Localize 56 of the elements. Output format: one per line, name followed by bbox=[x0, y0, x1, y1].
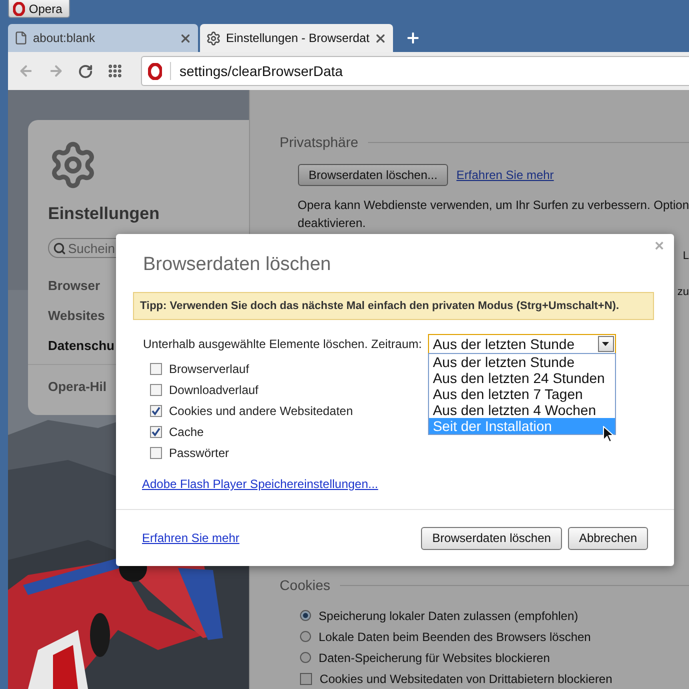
flash-settings-link[interactable]: Adobe Flash Player Speichereinstellungen... bbox=[133, 477, 378, 491]
learn-more-link[interactable]: Erfahren Sie mehr bbox=[456, 168, 554, 182]
close-icon[interactable] bbox=[179, 32, 192, 44]
tip-banner: Tipp: Verwenden Sie doch das nächste Mal einfach den privaten Modus (Strg+Umschalt+N). bbox=[133, 292, 654, 320]
checkbox-label: Downloadverlauf bbox=[169, 382, 258, 396]
option-label: Lokale Daten beim Beenden des Browsers löschen bbox=[318, 630, 591, 644]
description-text: zu bbox=[677, 286, 689, 298]
checkbox[interactable] bbox=[150, 362, 162, 374]
checkbox[interactable] bbox=[150, 384, 162, 396]
checkbox[interactable] bbox=[300, 672, 312, 684]
opera-menu-button[interactable]: Opera bbox=[8, 0, 70, 18]
radio-button[interactable] bbox=[300, 652, 311, 663]
browser-tab[interactable]: about:blank bbox=[8, 24, 198, 52]
section-heading: Privatsphäre bbox=[280, 134, 358, 150]
new-tab-icon[interactable] bbox=[405, 30, 422, 46]
speed-dial-icon[interactable] bbox=[107, 63, 123, 79]
description-text: Opera kann Webdienste verwenden, um Ihr Surfen zu verbessern. Option bbox=[298, 198, 689, 212]
page-icon bbox=[14, 31, 28, 45]
gear-icon bbox=[206, 30, 221, 46]
address-field[interactable]: settings/clearBrowserData bbox=[141, 56, 689, 86]
dialog-button[interactable]: Abbrechen bbox=[568, 526, 648, 550]
tab-title: about:blank bbox=[33, 31, 96, 45]
browser-tab[interactable]: Einstellungen - Browserdat bbox=[200, 24, 394, 52]
checkbox[interactable] bbox=[150, 426, 162, 438]
description-text: L bbox=[682, 250, 689, 262]
close-icon[interactable] bbox=[374, 32, 388, 44]
checkbox-label: Cookies und andere Websitedaten bbox=[169, 404, 353, 418]
sidebar-item[interactable]: Datenschu bbox=[48, 330, 114, 360]
option-label: Cookies und Websitedaten von Drittabietern blockieren bbox=[320, 672, 612, 686]
reload-icon[interactable] bbox=[78, 64, 93, 78]
checkbox[interactable] bbox=[150, 404, 162, 416]
checkbox-label: Cache bbox=[169, 424, 204, 438]
checkbox[interactable] bbox=[150, 446, 162, 458]
sidebar-item[interactable]: Opera-Hil bbox=[48, 371, 107, 401]
opera-logo-icon bbox=[13, 2, 25, 16]
sidebar-title: Einstellungen bbox=[48, 204, 160, 224]
learn-more-link[interactable]: Erfahren Sie mehr bbox=[142, 531, 240, 545]
radio-button[interactable] bbox=[300, 631, 311, 642]
clear-data-button[interactable]: Browserdaten löschen... bbox=[298, 164, 448, 186]
description-text: deaktivieren. bbox=[298, 216, 366, 230]
sidebar-item[interactable]: Browser bbox=[48, 270, 100, 300]
option-label: Speicherung lokaler Daten zulassen (empfohlen) bbox=[318, 608, 578, 622]
sidebar-item[interactable]: Websites bbox=[48, 300, 105, 330]
caret-icon bbox=[602, 342, 610, 346]
checkbox-label: Passwörter bbox=[169, 446, 230, 460]
search-icon bbox=[53, 242, 66, 254]
radio-button[interactable] bbox=[300, 610, 311, 621]
period-label: Unterhalb ausgewählte Elemente löschen. Zeitraum: bbox=[143, 337, 422, 351]
dialog-button[interactable]: Browserdaten löschen bbox=[421, 526, 562, 550]
option-label: Daten-Speicherung für Websites blockieren bbox=[318, 650, 550, 664]
dialog-title: Browserdaten löschen bbox=[142, 254, 331, 276]
section-heading: Cookies bbox=[280, 577, 330, 593]
tab-title: Einstellungen - Browserdat bbox=[226, 31, 370, 45]
opera-logo-icon bbox=[148, 62, 162, 80]
checkbox-label: Browserverlauf bbox=[169, 362, 250, 376]
period-dropdown[interactable]: Aus der letzten Stunde bbox=[428, 334, 616, 354]
